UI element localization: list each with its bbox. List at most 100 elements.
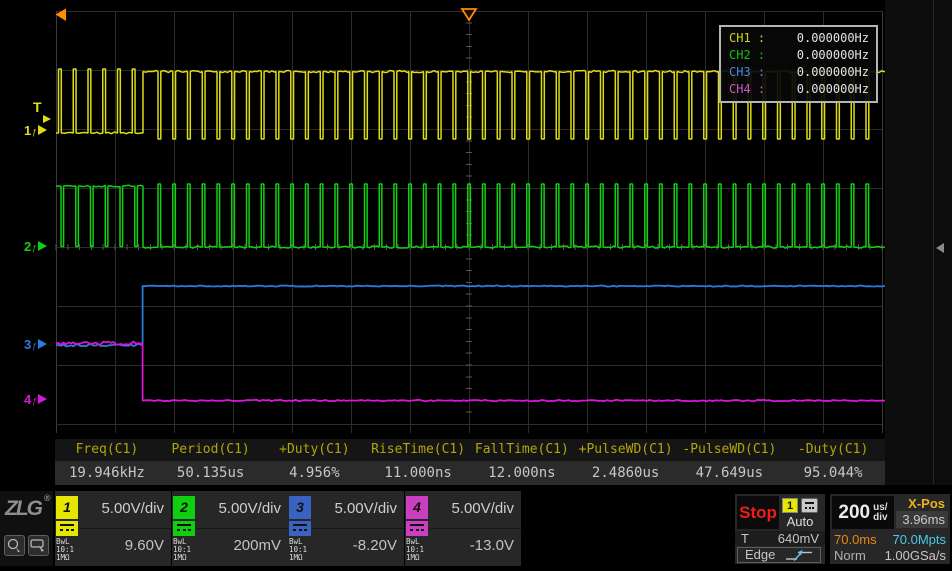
separator — [0, 566, 952, 571]
freq-counter-row: CH3 : 0.000000Hz — [729, 64, 869, 81]
channel-1-badge[interactable]: 1 — [56, 496, 78, 519]
channel-3-scale[interactable]: 5.00V/div — [334, 500, 397, 517]
freq-ch3-label: CH3 : — [729, 64, 765, 81]
measurement-value: 2.4860us — [574, 461, 678, 485]
marker-number: 4 — [24, 392, 31, 407]
channel-1-offset[interactable]: 9.60V — [125, 537, 164, 554]
freq-ch4-value: 0.000000Hz — [797, 81, 869, 98]
marker-flag-icon: ƒ — [32, 128, 36, 137]
measurement-label-row: Freq(C1) Period(C1) +Duty(C1) RiseTime(C… — [55, 439, 885, 461]
timebase-panel: 200 us/ div X-Pos 3.96ms 70.0ms 70.0Mpts… — [830, 494, 950, 564]
channel-1-scale[interactable]: 5.00V/div — [101, 500, 164, 517]
measurement-value: 95.044% — [781, 461, 885, 485]
sample-rate-value: 1.00GSa/s — [885, 548, 946, 563]
measurement-label[interactable]: Period(C1) — [159, 439, 263, 461]
measurement-label[interactable]: +PulseWD(C1) — [574, 439, 678, 461]
timebase-value: 200 — [838, 502, 870, 524]
marker-arrow-icon — [38, 394, 47, 404]
trigger-coupling-icon[interactable] — [801, 498, 818, 513]
record-time: 70.0ms — [834, 532, 877, 547]
xpos-value[interactable]: 3.96ms — [896, 511, 948, 528]
xpos-label[interactable]: X-Pos — [908, 496, 945, 511]
marker-number: 2 — [24, 239, 31, 254]
marker-flag-icon: ƒ — [32, 397, 36, 406]
frequency-counter-box: CH1 : 0.000000Hz CH2 : 0.000000Hz CH3 : … — [719, 25, 878, 103]
channel-4-offset[interactable]: -13.0V — [470, 537, 514, 554]
divider — [313, 528, 404, 529]
channel-2-offset[interactable]: 200mV — [233, 537, 281, 554]
channel-2-badge[interactable]: 2 — [173, 496, 195, 519]
panel-collapse-arrow-icon[interactable] — [936, 243, 944, 253]
bottom-status-bar: ZLG® 1 BwL 10:1 1MΩ — [0, 491, 952, 566]
freq-ch1-value: 0.000000Hz — [797, 30, 869, 47]
oscilloscope-screen: CH1 : 0.000000Hz CH2 : 0.000000Hz CH3 : … — [0, 0, 952, 571]
right-side-strip — [885, 0, 952, 491]
measurement-label[interactable]: FallTime(C1) — [470, 439, 574, 461]
dc-coupling-icon — [406, 521, 428, 536]
trigger-type-button[interactable]: Edge — [737, 547, 821, 563]
trigger-panel: Stop 1 Auto T 640mV Edge — [735, 494, 825, 564]
dc-coupling-icon — [56, 521, 78, 536]
run-state-button[interactable]: Stop — [737, 496, 779, 529]
trigger-level-label: T — [33, 99, 42, 115]
freq-counter-row: CH2 : 0.000000Hz — [729, 47, 869, 64]
touch-gesture-button[interactable] — [4, 535, 25, 556]
trigger-level-marker[interactable]: T — [33, 101, 53, 123]
freq-ch2-value: 0.000000Hz — [797, 47, 869, 64]
trigger-mode-label[interactable]: Auto — [780, 514, 820, 529]
rising-edge-icon — [784, 549, 814, 562]
channel-2-section[interactable]: 2 BwL 10:1 1MΩ 5.00V/div 200mV — [172, 491, 288, 566]
measurement-label[interactable]: +Duty(C1) — [263, 439, 367, 461]
measurement-value: 12.000ns — [470, 461, 574, 485]
channel-3-position-marker[interactable]: 3 ƒ — [24, 336, 47, 352]
channel-3-offset[interactable]: -8.20V — [353, 537, 397, 554]
record-points: 70.0Mpts — [893, 532, 946, 547]
probe-info: BwL 10:1 1MΩ — [289, 538, 307, 562]
marker-arrow-icon — [38, 125, 47, 135]
acquisition-row: Norm 1.00GSa/s — [830, 548, 950, 563]
trigger-level-row[interactable]: T 640mV — [735, 531, 825, 546]
measurement-label[interactable]: Freq(C1) — [55, 439, 159, 461]
impedance-label: 1MΩ — [406, 554, 424, 562]
probe-info: BwL 10:1 1MΩ — [56, 538, 74, 562]
touch-press-button[interactable] — [28, 535, 49, 556]
channel-4-position-marker[interactable]: 4 ƒ — [24, 391, 47, 407]
timebase-button[interactable]: 200 us/ div — [832, 496, 894, 529]
channel-1-section[interactable]: 1 BwL 10:1 1MΩ 5.00V/div 9.60V — [55, 491, 171, 566]
channel-4-section[interactable]: 4 BwL 10:1 1MΩ 5.00V/div -13.0V — [405, 491, 521, 566]
channel-1-position-marker[interactable]: 1 ƒ — [24, 122, 47, 138]
channel-2-position-marker[interactable]: 2 ƒ — [24, 238, 47, 254]
probe-info: BwL 10:1 1MΩ — [406, 538, 424, 562]
measurement-value: 4.956% — [263, 461, 367, 485]
impedance-label: 1MΩ — [173, 554, 191, 562]
measurement-label[interactable]: -Duty(C1) — [781, 439, 885, 461]
freq-counter-row: CH4 : 0.000000Hz — [729, 81, 869, 98]
channel-3-badge[interactable]: 3 — [289, 496, 311, 519]
divider — [80, 528, 171, 529]
marker-arrow-icon — [38, 339, 47, 349]
measurement-label[interactable]: RiseTime(C1) — [366, 439, 470, 461]
channel-3-section[interactable]: 3 BwL 10:1 1MΩ 5.00V/div -8.20V — [288, 491, 404, 566]
record-row: 70.0ms 70.0Mpts — [830, 532, 950, 547]
divider — [430, 528, 521, 529]
panel-divider — [933, 0, 934, 491]
trigger-source-chip[interactable]: 1 — [782, 498, 798, 513]
channel-2-scale[interactable]: 5.00V/div — [218, 500, 281, 517]
timebase-unit: us/ div — [873, 503, 887, 523]
zlg-logo: ZLG® — [5, 497, 48, 521]
freq-counter-row: CH1 : 0.000000Hz — [729, 30, 869, 47]
divider — [197, 528, 288, 529]
impedance-label: 1MΩ — [56, 554, 74, 562]
marker-number: 1 — [24, 123, 31, 138]
logo-block: ZLG® — [0, 491, 53, 566]
measurement-value: 47.649us — [678, 461, 782, 485]
measurement-value: 19.946kHz — [55, 461, 159, 485]
freq-ch2-label: CH2 : — [729, 47, 765, 64]
acq-mode-label: Norm — [834, 548, 866, 563]
trigger-level-value: 640mV — [778, 531, 819, 546]
measurement-label[interactable]: -PulseWD(C1) — [678, 439, 782, 461]
channel-4-scale[interactable]: 5.00V/div — [451, 500, 514, 517]
channel-4-badge[interactable]: 4 — [406, 496, 428, 519]
marker-number: 3 — [24, 337, 31, 352]
dc-coupling-icon — [173, 521, 195, 536]
